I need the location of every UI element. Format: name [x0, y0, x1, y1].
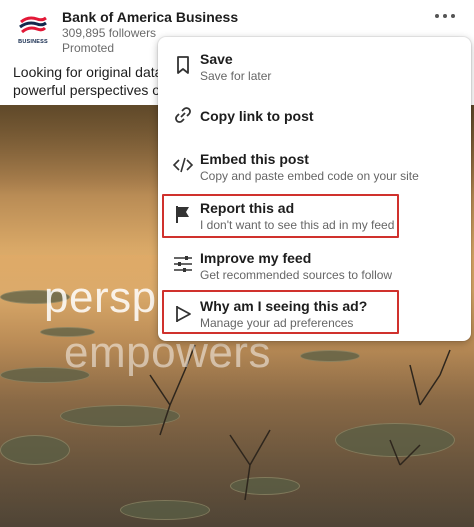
bank-flag-logo-icon: [19, 16, 47, 34]
menu-item-subtitle: Copy and paste embed code on your site: [200, 169, 419, 183]
follower-count: 309,895 followers: [62, 26, 157, 40]
post-options-menu: Save Save for later Copy link to post Em…: [158, 37, 471, 341]
company-name[interactable]: Bank of America Business: [62, 9, 238, 25]
menu-item-title: Why am I seeing this ad?: [200, 298, 368, 314]
menu-item-save[interactable]: Save Save for later: [158, 49, 471, 93]
menu-item-why-this-ad[interactable]: Why am I seeing this ad? Manage your ad …: [158, 295, 471, 339]
menu-item-subtitle: Save for later: [200, 69, 272, 83]
bookmark-icon: [172, 54, 194, 76]
menu-item-title: Copy link to post: [200, 108, 314, 124]
code-icon: [172, 154, 194, 176]
menu-item-title: Embed this post: [200, 151, 309, 167]
link-icon: [172, 104, 194, 126]
image-headline-word-1: persp: [44, 273, 157, 322]
post-text: Looking for original data-d powerful per…: [13, 63, 158, 99]
more-options-button[interactable]: [433, 8, 457, 24]
post-text-line-2: powerful perspectives on: [13, 82, 158, 98]
company-logo[interactable]: BUSINESS: [15, 12, 51, 48]
menu-item-improve-feed[interactable]: Improve my feed Get recommended sources …: [158, 249, 471, 293]
menu-item-title: Improve my feed: [200, 250, 312, 266]
menu-item-copy-link[interactable]: Copy link to post: [158, 101, 471, 145]
post-text-line-1: Looking for original data-d: [13, 64, 158, 80]
menu-item-subtitle: I don't want to see this ad in my feed: [200, 218, 395, 232]
menu-item-subtitle: Manage your ad preferences: [200, 316, 354, 330]
play-outline-icon: [172, 303, 194, 325]
menu-item-title: Report this ad: [200, 200, 295, 216]
menu-item-embed[interactable]: Embed this post Copy and paste embed cod…: [158, 149, 471, 193]
menu-item-subtitle: Get recommended sources to follow: [200, 268, 393, 282]
flag-icon: [172, 203, 194, 225]
feed-post: BUSINESS Bank of America Business 309,89…: [0, 0, 474, 527]
sliders-icon: [172, 253, 194, 275]
menu-item-title: Save: [200, 51, 233, 67]
ellipsis-icon: [435, 14, 455, 18]
menu-item-report-ad[interactable]: Report this ad I don't want to see this …: [158, 199, 471, 243]
promoted-label: Promoted: [62, 41, 115, 55]
logo-text: BUSINESS: [18, 39, 48, 45]
